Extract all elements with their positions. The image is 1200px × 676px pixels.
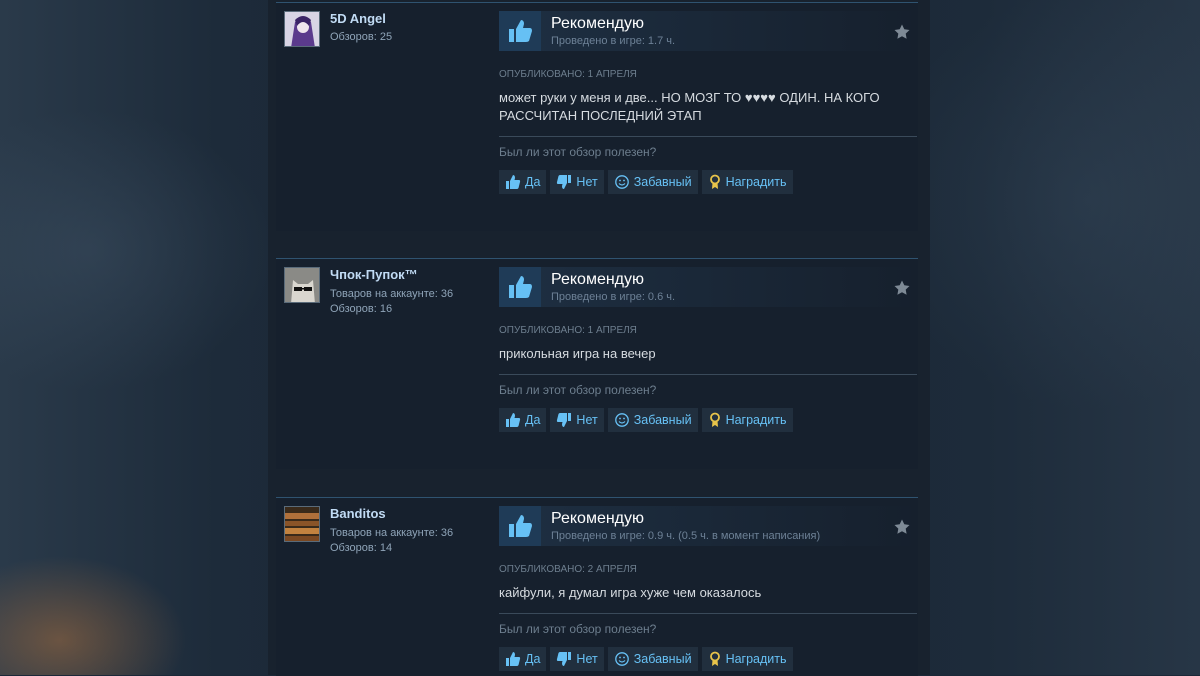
playtime: Проведено в игре: 0.9 ч. (0.5 ч. в момен… (551, 530, 821, 542)
author-name[interactable]: Banditos (330, 506, 386, 521)
review-text: прикольная игра на вечер (499, 346, 656, 361)
vote-header[interactable]: Рекомендую Проведено в игре: 0.6 ч. (499, 267, 917, 307)
author-avatar[interactable] (284, 506, 320, 542)
vote-no-button[interactable]: Нет (550, 170, 604, 194)
recommend-title: Рекомендую (551, 271, 645, 288)
vote-funny-label: Забавный (633, 652, 692, 666)
vote-yes-button[interactable]: Да (499, 408, 547, 432)
recommend-title: Рекомендую (551, 510, 645, 527)
helpful-question: Был ли этот обзор полезен? (499, 145, 657, 159)
posted-date: Опубликовано: 2 апреля (499, 564, 637, 575)
review-content: Рекомендую Проведено в игре: 1.7 ч. Опуб… (499, 11, 917, 194)
author-name[interactable]: Чпок-Пупок™ (330, 267, 418, 282)
vote-funny-label: Забавный (633, 413, 692, 427)
star-icon[interactable] (893, 518, 911, 536)
playtime: Проведено в игре: 1.7 ч. (551, 35, 676, 47)
thumbs-up-icon (505, 174, 521, 190)
recommend-title: Рекомендую (551, 15, 645, 32)
vote-no-label: Нет (576, 413, 598, 427)
award-label: Наградить (725, 652, 787, 666)
author-products-count: Товаров на аккаунте: 36 (330, 527, 454, 539)
review-card: 5D Angel Обзоров: 25 Рекомендую Проведен… (276, 2, 918, 231)
vote-no-button[interactable]: Нет (550, 408, 604, 432)
star-icon[interactable] (893, 279, 911, 297)
award-button[interactable]: Наградить (701, 647, 793, 671)
smiley-icon (614, 174, 630, 190)
posted-date: Опубликовано: 1 апреля (499, 69, 637, 80)
review-text: кайфули, я думал игра хуже чем оказалось (499, 585, 762, 600)
vote-yes-label: Да (525, 413, 541, 427)
review-content: Рекомендую Проведено в игре: 0.6 ч. Опуб… (499, 267, 917, 432)
vote-funny-button[interactable]: Забавный (607, 647, 698, 671)
review-card: Чпок-Пупок™ Товаров на аккаунте: 36 Обзо… (276, 258, 918, 469)
posted-date: Опубликовано: 1 апреля (499, 325, 637, 336)
vote-yes-button[interactable]: Да (499, 170, 547, 194)
thumbs-up-icon (505, 651, 521, 667)
vote-yes-label: Да (525, 175, 541, 189)
thumbs-down-icon (556, 412, 572, 428)
vote-yes-label: Да (525, 652, 541, 666)
vote-no-label: Нет (576, 175, 598, 189)
review-card: Banditos Товаров на аккаунте: 36 Обзоров… (276, 497, 918, 676)
vote-yes-button[interactable]: Да (499, 647, 547, 671)
author-review-count: Обзоров: 16 (330, 303, 393, 315)
author-review-count: Обзоров: 14 (330, 542, 393, 554)
author-name[interactable]: 5D Angel (330, 11, 386, 26)
award-icon (708, 174, 722, 190)
award-icon (708, 412, 722, 428)
vote-funny-label: Забавный (633, 175, 692, 189)
thumbs-up-icon (499, 506, 541, 546)
review-content: Рекомендую Проведено в игре: 0.9 ч. (0.5… (499, 506, 917, 671)
vote-header[interactable]: Рекомендую Проведено в игре: 0.9 ч. (0.5… (499, 506, 917, 546)
author-avatar[interactable] (284, 267, 320, 303)
vote-buttons: Да Нет Забавный Наградить (499, 647, 793, 671)
vote-header[interactable]: Рекомендую Проведено в игре: 1.7 ч. (499, 11, 917, 51)
thumbs-down-icon (556, 174, 572, 190)
vote-no-button[interactable]: Нет (550, 647, 604, 671)
vote-funny-button[interactable]: Забавный (607, 170, 698, 194)
star-icon[interactable] (893, 23, 911, 41)
award-button[interactable]: Наградить (701, 170, 793, 194)
playtime: Проведено в игре: 0.6 ч. (551, 291, 676, 303)
thumbs-up-icon (505, 412, 521, 428)
award-icon (708, 651, 722, 667)
review-text: может руки у меня и две... НО МОЗГ ТО ♥♥… (499, 90, 880, 123)
author-products-count: Товаров на аккаунте: 36 (330, 288, 454, 300)
smiley-icon (614, 651, 630, 667)
award-label: Наградить (725, 413, 787, 427)
award-button[interactable]: Наградить (701, 408, 793, 432)
vote-no-label: Нет (576, 652, 598, 666)
thumbs-up-icon (499, 11, 541, 51)
helpful-question: Был ли этот обзор полезен? (499, 383, 657, 397)
vote-funny-button[interactable]: Забавный (607, 408, 698, 432)
award-label: Наградить (725, 175, 787, 189)
author-avatar[interactable] (284, 11, 320, 47)
divider (499, 613, 917, 614)
divider (499, 136, 917, 137)
smiley-icon (614, 412, 630, 428)
divider (499, 374, 917, 375)
thumbs-down-icon (556, 651, 572, 667)
author-review-count: Обзоров: 25 (330, 31, 393, 43)
vote-buttons: Да Нет Забавный Наградить (499, 170, 793, 194)
thumbs-up-icon (499, 267, 541, 307)
helpful-question: Был ли этот обзор полезен? (499, 622, 657, 636)
vote-buttons: Да Нет Забавный Наградить (499, 408, 793, 432)
